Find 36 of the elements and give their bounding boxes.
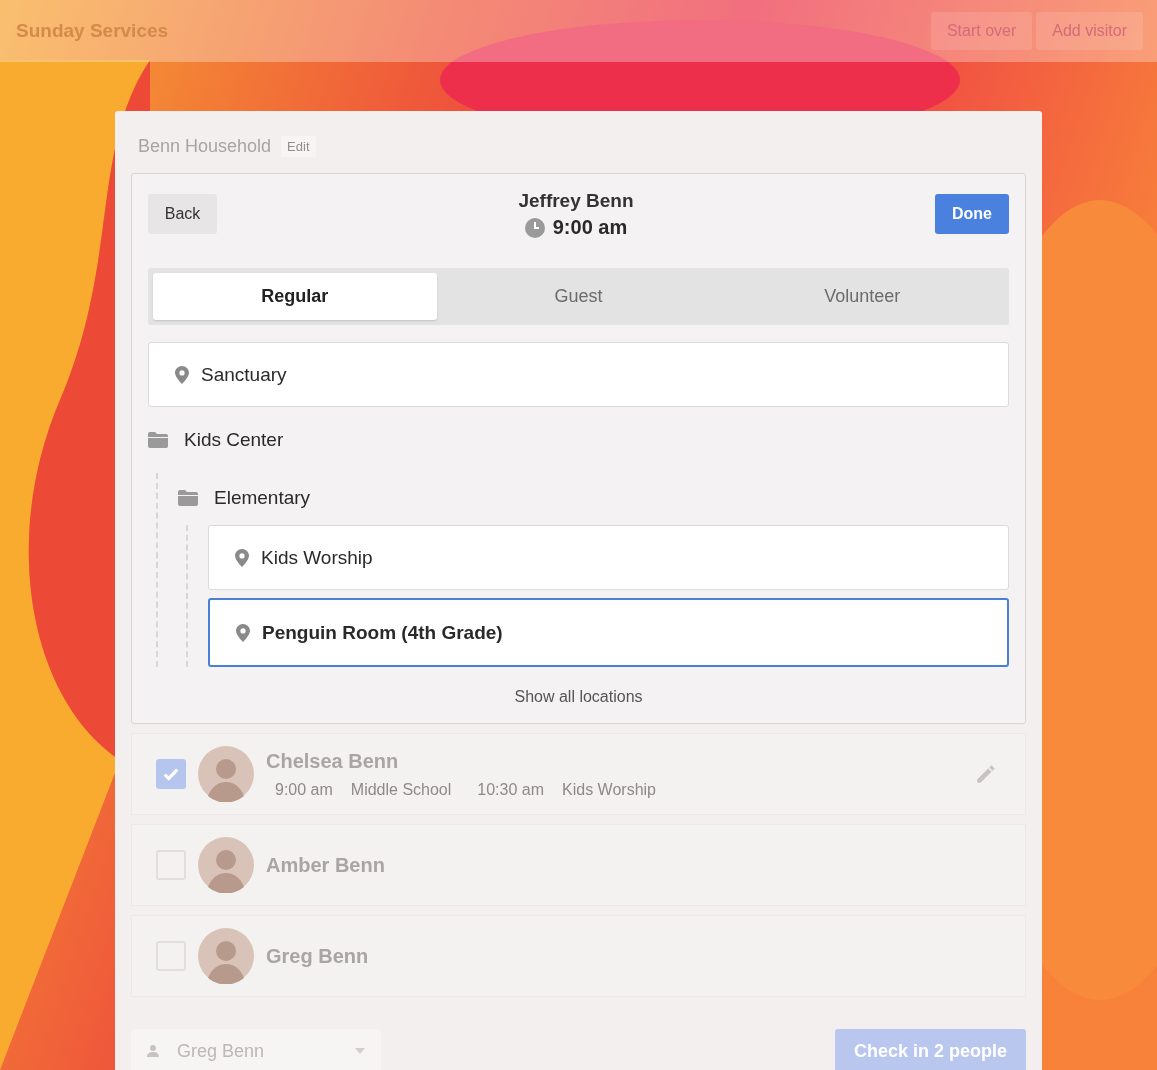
- folder-label: Kids Center: [184, 429, 284, 451]
- checkin-detail: 9:00 am: [275, 780, 333, 799]
- pin-icon: [235, 548, 249, 567]
- location-option[interactable]: Sanctuary: [148, 342, 1009, 407]
- location-option[interactable]: Kids Worship: [208, 525, 1009, 590]
- checkin-detail: 10:30 am: [477, 780, 545, 799]
- folder-icon: [178, 490, 198, 506]
- checkbox[interactable]: [156, 759, 186, 789]
- tab[interactable]: Regular: [153, 273, 437, 320]
- pin-icon: [175, 365, 189, 384]
- household-name: Benn Household: [138, 136, 272, 157]
- avatar-icon: [198, 837, 254, 893]
- folder-icon: [148, 432, 168, 448]
- checkin-detail: Kids Worship: [562, 780, 656, 799]
- person-name: Amber Benn: [266, 853, 386, 877]
- avatar-icon: [198, 746, 254, 802]
- person-row[interactable]: Greg Benn: [131, 915, 1026, 997]
- tab[interactable]: Guest: [436, 273, 721, 320]
- avatar-icon: [198, 928, 254, 984]
- service-time: 9:00 am: [552, 216, 628, 239]
- person-row[interactable]: Chelsea Benn 9:00 am Middle School 10:30 am Kids Worship: [131, 733, 1026, 815]
- person-name: Greg Benn: [266, 944, 370, 968]
- done-button[interactable]: Done: [935, 194, 1009, 234]
- checkin-detail: Middle School: [350, 780, 452, 799]
- edit-button[interactable]: Edit: [281, 136, 316, 157]
- location-option[interactable]: Penguin Room (4th Grade): [208, 598, 1009, 667]
- pin-icon: [236, 623, 250, 642]
- person-name: Chelsea Benn: [266, 749, 400, 773]
- person-name: Jeffrey Benn: [518, 190, 634, 212]
- person-row[interactable]: Amber Benn: [131, 824, 1026, 906]
- back-button[interactable]: Back: [148, 194, 217, 234]
- tab[interactable]: Volunteer: [720, 273, 1004, 320]
- show-all-link[interactable]: Show all locations: [508, 687, 649, 707]
- caret-icon: [355, 1048, 365, 1054]
- folder-label: Elementary: [214, 487, 311, 509]
- clock-icon: [524, 217, 545, 238]
